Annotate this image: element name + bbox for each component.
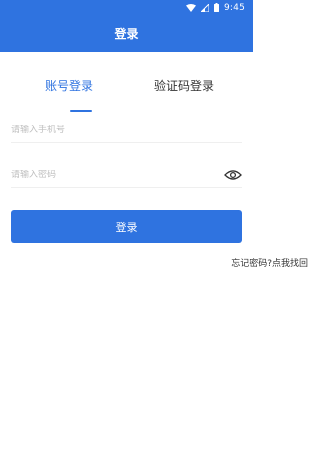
phone-input[interactable] bbox=[11, 124, 211, 135]
tab-sms-code-login[interactable]: 验证码登录 bbox=[154, 77, 214, 94]
login-button[interactable]: 登录 bbox=[11, 210, 242, 243]
active-tab-indicator bbox=[70, 110, 92, 112]
login-tabs: 账号登录 验证码登录 bbox=[0, 77, 253, 121]
cellular-signal-icon bbox=[200, 3, 209, 12]
eye-icon[interactable] bbox=[224, 166, 242, 185]
page-title: 登录 bbox=[114, 27, 139, 41]
tab-account-login[interactable]: 账号登录 bbox=[45, 77, 93, 94]
password-input[interactable] bbox=[11, 169, 211, 180]
page-title-bar: 登录 bbox=[0, 15, 253, 52]
wifi-icon bbox=[185, 3, 196, 12]
status-time: 9:45 bbox=[223, 2, 245, 13]
password-field bbox=[11, 162, 242, 188]
status-bar: 9:45 bbox=[0, 0, 253, 15]
battery-icon bbox=[213, 3, 219, 12]
forgot-password-link[interactable]: 忘记密码?点我找回 bbox=[231, 256, 308, 269]
phone-field bbox=[11, 117, 242, 143]
